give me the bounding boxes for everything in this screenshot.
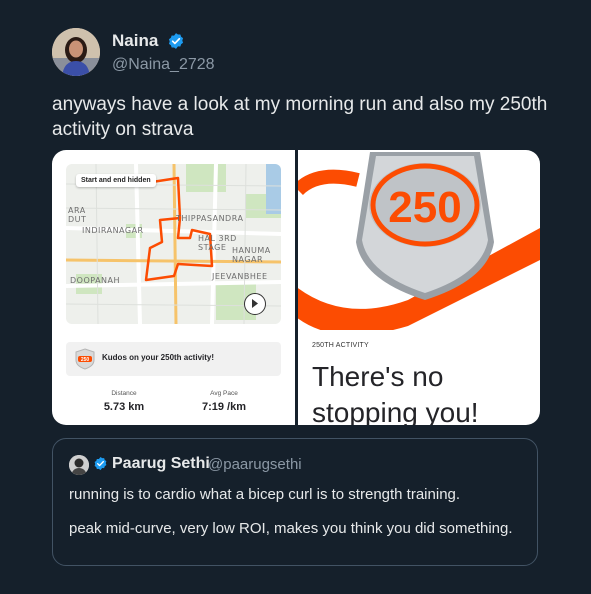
author-avatar[interactable] [52,28,100,76]
play-icon [252,299,258,308]
quoted-tweet-text: peak mid-curve, very low ROI, makes you … [69,520,513,537]
milestone-image[interactable]: 250 250TH ACTIVITY There's no stopping y… [298,150,540,425]
stat-value: 7:19 /km [201,401,247,413]
tweet-media[interactable]: Start and end hidden INDIRANAGAR THIPPAS… [52,150,540,425]
activity-label: 250TH ACTIVITY [312,342,369,349]
map-label: ARA [68,206,86,215]
play-route-button[interactable] [244,293,266,315]
stat-label: Avg Pace [210,390,238,397]
milestone-headline: There's no stopping you! [312,361,479,425]
run-summary-image[interactable]: Start and end hidden INDIRANAGAR THIPPAS… [52,150,295,425]
milestone-badge-icon: 250 [75,348,95,370]
author-name[interactable]: Naina [112,31,158,51]
map-label: THIPPASANDRA [176,214,244,223]
verified-badge-icon [94,456,107,471]
map-label: HANUMA NAGAR [232,246,271,264]
kudos-text: Kudos on your 250th activity! [102,353,215,362]
map-label: DUT [68,215,87,224]
badge-number: 250 [388,183,461,232]
stat-label: Distance [111,390,137,397]
kudos-banner: 250 Kudos on your 250th activity! [66,342,281,376]
quoted-tweet-text: running is to cardio what a bicep curl i… [69,486,461,503]
stat-distance: Distance 5.73 km [79,390,169,413]
map-label: INDIRANAGAR [82,226,144,235]
quoted-tweet[interactable]: Paarug Sethi @paarugsethi running is to … [52,438,538,566]
map-privacy-badge: Start and end hidden [76,174,156,187]
author-handle[interactable]: @Naina_2728 [112,56,215,74]
quoted-author-handle[interactable]: @paarugsethi [208,456,302,473]
map-label: DOOPANAH [70,276,121,285]
stat-avg-pace: Avg Pace 7:19 /km [179,390,269,413]
quoted-author-name[interactable]: Paarug Sethi [112,455,210,473]
tweet-text: anyways have a look at my morning run an… [52,94,548,140]
kudos-badge-number: 250 [81,357,90,363]
map-label: JEEVANBHEE [212,272,268,281]
quoted-author-avatar[interactable] [69,455,89,475]
stat-value: 5.73 km [103,401,145,413]
verified-badge-icon [168,33,183,49]
milestone-badge-art: 250 [298,152,540,330]
